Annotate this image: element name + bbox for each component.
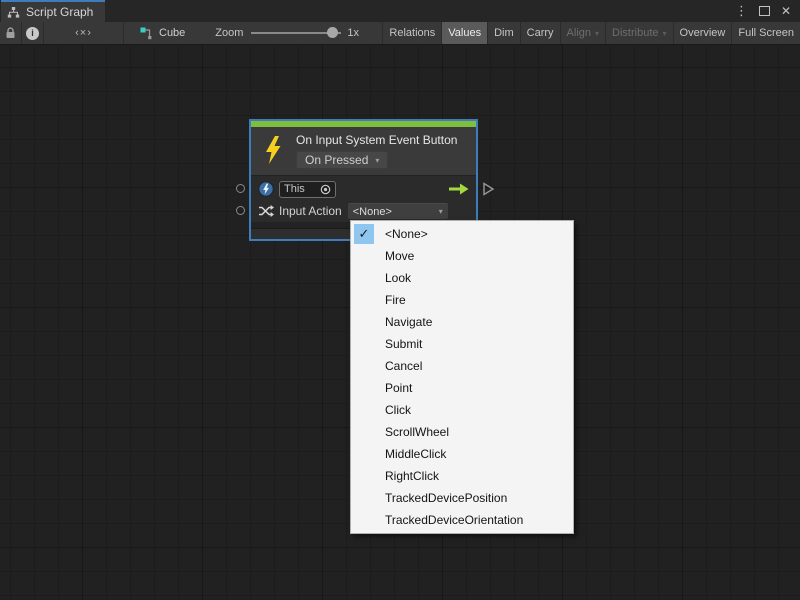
chevron-down-icon: ▾ bbox=[663, 29, 667, 38]
align-button[interactable]: Align ▾ bbox=[560, 22, 605, 44]
zoom-value: 1x bbox=[347, 27, 359, 39]
relations-button[interactable]: Relations bbox=[382, 22, 441, 44]
input-action-dropdown[interactable]: <None> ▾ bbox=[348, 203, 448, 219]
menu-item-label: Click bbox=[385, 403, 411, 417]
overview-button[interactable]: Overview bbox=[673, 22, 732, 44]
breadcrumb-label: Cube bbox=[159, 27, 185, 39]
trigger-arrow-icon bbox=[448, 183, 469, 195]
node-body: This bbox=[251, 176, 476, 222]
event-mode-dropdown[interactable]: On Pressed ▾ bbox=[296, 151, 388, 169]
info-icon: i bbox=[26, 27, 39, 40]
menu-item-trackeddeviceorientation[interactable]: TrackedDeviceOrientation bbox=[351, 509, 573, 531]
menu-item-label: Move bbox=[385, 249, 414, 263]
fullscreen-button[interactable]: Full Screen bbox=[731, 22, 800, 44]
this-object-field[interactable]: This bbox=[279, 181, 336, 198]
menu-item-move[interactable]: Move bbox=[351, 245, 573, 267]
menu-item-label: <None> bbox=[385, 227, 428, 241]
button-label: Full Screen bbox=[738, 27, 794, 39]
menu-item-point[interactable]: Point bbox=[351, 377, 573, 399]
menu-item-fire[interactable]: Fire bbox=[351, 289, 573, 311]
input-action-value: <None> bbox=[353, 206, 392, 218]
input-action-icon bbox=[258, 203, 274, 219]
input-action-row: Input Action <None> ▾ bbox=[251, 200, 476, 222]
button-label: Carry bbox=[527, 27, 554, 39]
lock-button[interactable] bbox=[0, 22, 22, 44]
input-action-menu: ✓ <None> Move Look Fire Navigate Submit … bbox=[350, 220, 574, 534]
event-input-port[interactable] bbox=[236, 184, 245, 193]
tab-label: Script Graph bbox=[26, 5, 93, 19]
menu-item-cancel[interactable]: Cancel bbox=[351, 355, 573, 377]
menu-item-trackeddeviceposition[interactable]: TrackedDevicePosition bbox=[351, 487, 573, 509]
maximize-icon[interactable] bbox=[759, 6, 770, 16]
selected-check-icon: ✓ bbox=[354, 224, 374, 244]
carry-button[interactable]: Carry bbox=[520, 22, 560, 44]
menu-item-navigate[interactable]: Navigate bbox=[351, 311, 573, 333]
values-button[interactable]: Values bbox=[441, 22, 487, 44]
check-icon: ✓ bbox=[359, 223, 370, 245]
button-label: Dim bbox=[494, 27, 514, 39]
menu-item-label: ScrollWheel bbox=[385, 425, 449, 439]
info-button[interactable]: i bbox=[22, 22, 44, 44]
this-field-value: This bbox=[284, 183, 305, 195]
code-view-button[interactable]: ‹×› bbox=[44, 22, 124, 44]
menu-item-label: Cancel bbox=[385, 359, 422, 373]
graph-toolbar: i ‹×› Cube Zoom 1x Relations Values Dim bbox=[0, 22, 800, 45]
graph-hierarchy-icon bbox=[7, 6, 20, 19]
dim-button[interactable]: Dim bbox=[487, 22, 520, 44]
distribute-button[interactable]: Distribute ▾ bbox=[605, 22, 672, 44]
tab-script-graph[interactable]: Script Graph bbox=[1, 0, 105, 22]
title-bar: Script Graph ⋮ ✕ bbox=[0, 0, 800, 22]
menu-item-label: RightClick bbox=[385, 469, 439, 483]
menu-item-middleclick[interactable]: MiddleClick bbox=[351, 443, 573, 465]
menu-item-label: TrackedDeviceOrientation bbox=[385, 513, 523, 527]
graph-canvas[interactable]: On Input System Event Button On Pressed … bbox=[0, 45, 800, 600]
zoom-label: Zoom bbox=[215, 27, 243, 39]
toolbar-right-buttons: Relations Values Dim Carry Align ▾ Distr… bbox=[382, 22, 800, 44]
zoom-slider-knob[interactable] bbox=[327, 27, 338, 38]
button-label: Values bbox=[448, 27, 481, 39]
code-icon: ‹×› bbox=[75, 27, 92, 39]
menu-item-label: Look bbox=[385, 271, 411, 285]
menu-item-scrollwheel[interactable]: ScrollWheel bbox=[351, 421, 573, 443]
menu-item-label: Point bbox=[385, 381, 412, 395]
menu-item-click[interactable]: Click bbox=[351, 399, 573, 421]
window-menu-icon[interactable]: ⋮ bbox=[735, 3, 748, 19]
breadcrumb[interactable]: Cube bbox=[140, 22, 185, 44]
button-label: Align bbox=[567, 27, 591, 39]
lightning-bolt-icon bbox=[263, 135, 283, 165]
close-icon[interactable]: ✕ bbox=[781, 4, 791, 18]
chevron-down-icon: ▾ bbox=[375, 156, 379, 165]
lock-icon bbox=[5, 27, 16, 39]
menu-item-label: TrackedDevicePosition bbox=[385, 491, 507, 505]
event-mode-value: On Pressed bbox=[305, 153, 368, 167]
chevron-down-icon: ▾ bbox=[595, 29, 599, 38]
menu-item-label: MiddleClick bbox=[385, 447, 446, 461]
trigger-output-port[interactable] bbox=[482, 182, 495, 196]
node-title: On Input System Event Button bbox=[296, 133, 457, 148]
chevron-down-icon: ▾ bbox=[439, 207, 443, 216]
this-port-row: This bbox=[251, 178, 476, 200]
button-label: Relations bbox=[389, 27, 435, 39]
value-input-port[interactable] bbox=[236, 206, 245, 215]
button-label: Overview bbox=[680, 27, 726, 39]
zoom-slider[interactable] bbox=[251, 32, 341, 34]
node-header[interactable]: On Input System Event Button On Pressed … bbox=[251, 127, 476, 176]
object-picker-icon[interactable] bbox=[320, 184, 331, 195]
input-action-label: Input Action bbox=[279, 204, 342, 218]
menu-item-look[interactable]: Look bbox=[351, 267, 573, 289]
graph-node-icon bbox=[140, 27, 153, 40]
button-label: Distribute bbox=[612, 27, 658, 39]
menu-item-label: Fire bbox=[385, 293, 406, 307]
menu-item-submit[interactable]: Submit bbox=[351, 333, 573, 355]
menu-item-none[interactable]: ✓ <None> bbox=[351, 223, 573, 245]
gameobject-bolt-icon bbox=[258, 181, 274, 197]
zoom-control: Zoom 1x bbox=[215, 22, 359, 44]
menu-item-rightclick[interactable]: RightClick bbox=[351, 465, 573, 487]
menu-item-label: Submit bbox=[385, 337, 422, 351]
menu-item-label: Navigate bbox=[385, 315, 432, 329]
